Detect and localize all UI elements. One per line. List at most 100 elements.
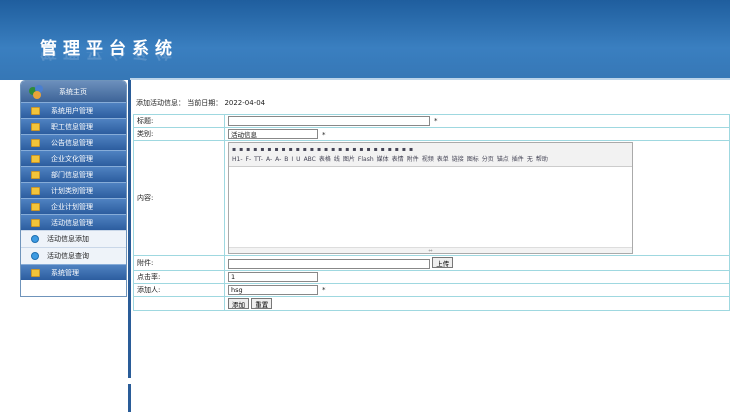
editor-tool-button[interactable]: ▪ [246, 145, 250, 155]
editor-tool-button[interactable]: A- [275, 155, 281, 165]
sidebar-item-staff[interactable]: 职工信息管理 [21, 118, 126, 134]
editor-tool-button[interactable]: ▪ [338, 145, 342, 155]
editor-tool-button[interactable]: ▪ [282, 145, 286, 155]
sidebar-item-departments[interactable]: 部门信息管理 [21, 166, 126, 182]
editor-tool-button[interactable]: ABC [304, 155, 316, 165]
editor-tool-button[interactable]: 附件 [407, 155, 419, 165]
editor-tool-button[interactable]: 视频 [422, 155, 434, 165]
editor-tool-button[interactable]: ▪ [239, 145, 243, 155]
editor-tool-button[interactable]: 媒体 [377, 155, 389, 165]
editor-tool-button[interactable]: 插件 [512, 155, 524, 165]
form-row-clicks: 点击率: [133, 270, 730, 284]
title-label: 标题: [133, 114, 225, 128]
editor-tool-button[interactable]: ▪ [395, 145, 399, 155]
editor-tool-button[interactable]: ▪ [253, 145, 257, 155]
sidebar-item-label: 计划类别管理 [51, 186, 93, 195]
folder-icon [31, 268, 40, 277]
editor-tool-button[interactable]: 分页 [482, 155, 494, 165]
folder-icon [31, 186, 40, 195]
editor-tool-button[interactable]: 表情 [392, 155, 404, 165]
editor-tool-button[interactable]: TT- [254, 155, 263, 165]
editor-tool-button[interactable]: ▪ [359, 145, 363, 155]
sidebar-splitter[interactable] [128, 80, 131, 412]
editor-toolbar: ▪ ▪ ▪ ▪ ▪ ▪ ▪ ▪ ▪ ▪ ▪ ▪ ▪ ▪ ▪ ▪ ▪ ▪ ▪ ▪ ▪ ▪ ▪ ▪ ▪ ▪ H1- F- TT- A- A- B… [229, 143, 632, 167]
editor-tool-button[interactable]: ▪ [267, 145, 271, 155]
editor-tool-button[interactable]: 图片 [343, 155, 355, 165]
app-title-reflection: 管理平台系统 [40, 52, 178, 66]
editor-tool-button[interactable]: ▪ [310, 145, 314, 155]
sidebar-subitem-label: 活动信息查询 [47, 252, 89, 260]
editor-tool-button[interactable]: ▪ [303, 145, 307, 155]
sidebar-item-label: 活动信息管理 [51, 218, 93, 227]
app-header: 管理平台系统 管理平台系统 [0, 0, 730, 80]
rich-text-editor[interactable]: ▪ ▪ ▪ ▪ ▪ ▪ ▪ ▪ ▪ ▪ ▪ ▪ ▪ ▪ ▪ ▪ ▪ ▪ ▪ ▪ ▪ ▪ ▪ ▪ ▪ ▪ H1- F- TT- A- A- B… [228, 142, 633, 254]
bullet-icon [31, 252, 39, 260]
editor-tool-button[interactable]: ▪ [374, 145, 378, 155]
sidebar-item-plans[interactable]: 企业计划管理 [21, 198, 126, 214]
editor-tool-button[interactable]: ▪ [352, 145, 356, 155]
editor-tool-button[interactable]: ▪ [274, 145, 278, 155]
bullet-icon [31, 235, 39, 243]
sidebar-item-system[interactable]: 系统管理 [21, 264, 126, 280]
form-row-type: 类别: * [133, 127, 730, 141]
reset-button[interactable]: 重置 [251, 298, 273, 309]
collapse-arrow-icon[interactable] [128, 378, 131, 384]
adder-input[interactable] [228, 285, 318, 295]
editor-tool-button[interactable]: B [284, 155, 288, 165]
editor-tool-button[interactable]: 图标 [467, 155, 479, 165]
editor-tool-button[interactable]: ▪ [317, 145, 321, 155]
sidebar-item-system-users[interactable]: 系统用户管理 [21, 102, 126, 118]
editor-tool-button[interactable]: ▪ [324, 145, 328, 155]
editor-tool-button[interactable]: H1- [232, 155, 243, 165]
sidebar-item-activities[interactable]: 活动信息管理 [21, 214, 126, 230]
sidebar-item-notices[interactable]: 公告信息管理 [21, 134, 126, 150]
form-row-actions: 添加 重置 [133, 296, 730, 311]
editor-tool-button[interactable]: 表单 [437, 155, 449, 165]
editor-tool-button[interactable]: ▪ [402, 145, 406, 155]
sidebar-subitem-add-activity[interactable]: 活动信息添加 [21, 230, 126, 247]
add-button[interactable]: 添加 [228, 298, 249, 309]
page-info: 添加活动信息： 当前日期： 2022-04-04 [136, 99, 266, 107]
sidebar-subitem-label: 活动信息添加 [47, 235, 89, 243]
editor-tool-button[interactable]: U [296, 155, 300, 165]
sidebar-item-label: 公告信息管理 [51, 138, 93, 147]
sidebar-home[interactable]: 系统主页 [21, 81, 126, 102]
editor-tool-button[interactable]: ▪ [381, 145, 385, 155]
folder-icon [31, 122, 40, 131]
editor-tool-button[interactable]: ▪ [232, 145, 236, 155]
sidebar-item-label: 系统用户管理 [51, 106, 93, 115]
editor-tool-button[interactable]: ▪ [409, 145, 413, 155]
editor-tool-button[interactable]: A- [266, 155, 272, 165]
editor-tool-button[interactable]: 表格 [319, 155, 331, 165]
editor-tool-button[interactable]: 帮助 [536, 155, 548, 165]
attachment-input[interactable] [228, 259, 430, 269]
editor-tool-button[interactable]: ▪ [388, 145, 392, 155]
editor-tool-button[interactable]: ▪ [366, 145, 370, 155]
sidebar-item-plan-types[interactable]: 计划类别管理 [21, 182, 126, 198]
editor-tool-button[interactable]: ▪ [289, 145, 293, 155]
editor-tool-button[interactable]: ▪ [296, 145, 300, 155]
title-input[interactable] [228, 116, 430, 126]
sidebar-subitem-query-activity[interactable]: 活动信息查询 [21, 247, 126, 264]
sidebar-item-label: 系统管理 [51, 268, 79, 277]
sidebar-item-label: 职工信息管理 [51, 122, 93, 131]
editor-resize-handle[interactable]: ⇔ [229, 247, 632, 254]
required-mark: * [322, 286, 326, 294]
editor-tool-button[interactable]: 线 [334, 155, 340, 165]
sidebar-menu: 系统主页 系统用户管理 职工信息管理 公告信息管理 企业文化管理 部门信息管理 … [20, 80, 127, 297]
editor-tool-button[interactable]: 链接 [452, 155, 464, 165]
editor-body[interactable] [229, 167, 632, 247]
editor-tool-button[interactable]: I [291, 155, 293, 165]
type-input[interactable] [228, 129, 318, 139]
upload-button[interactable]: 上传 [432, 257, 454, 268]
editor-tool-button[interactable]: ▪ [260, 145, 264, 155]
clicks-label: 点击率: [133, 270, 225, 284]
editor-tool-button[interactable]: 无 [527, 155, 533, 165]
editor-tool-button[interactable]: ▪ [331, 145, 335, 155]
editor-tool-button[interactable]: F- [246, 155, 252, 165]
editor-tool-button[interactable]: 锚点 [497, 155, 509, 165]
editor-tool-button[interactable]: Flash [358, 155, 374, 165]
sidebar-item-culture[interactable]: 企业文化管理 [21, 150, 126, 166]
clicks-input[interactable] [228, 272, 318, 282]
editor-tool-button[interactable]: ▪ [345, 145, 349, 155]
